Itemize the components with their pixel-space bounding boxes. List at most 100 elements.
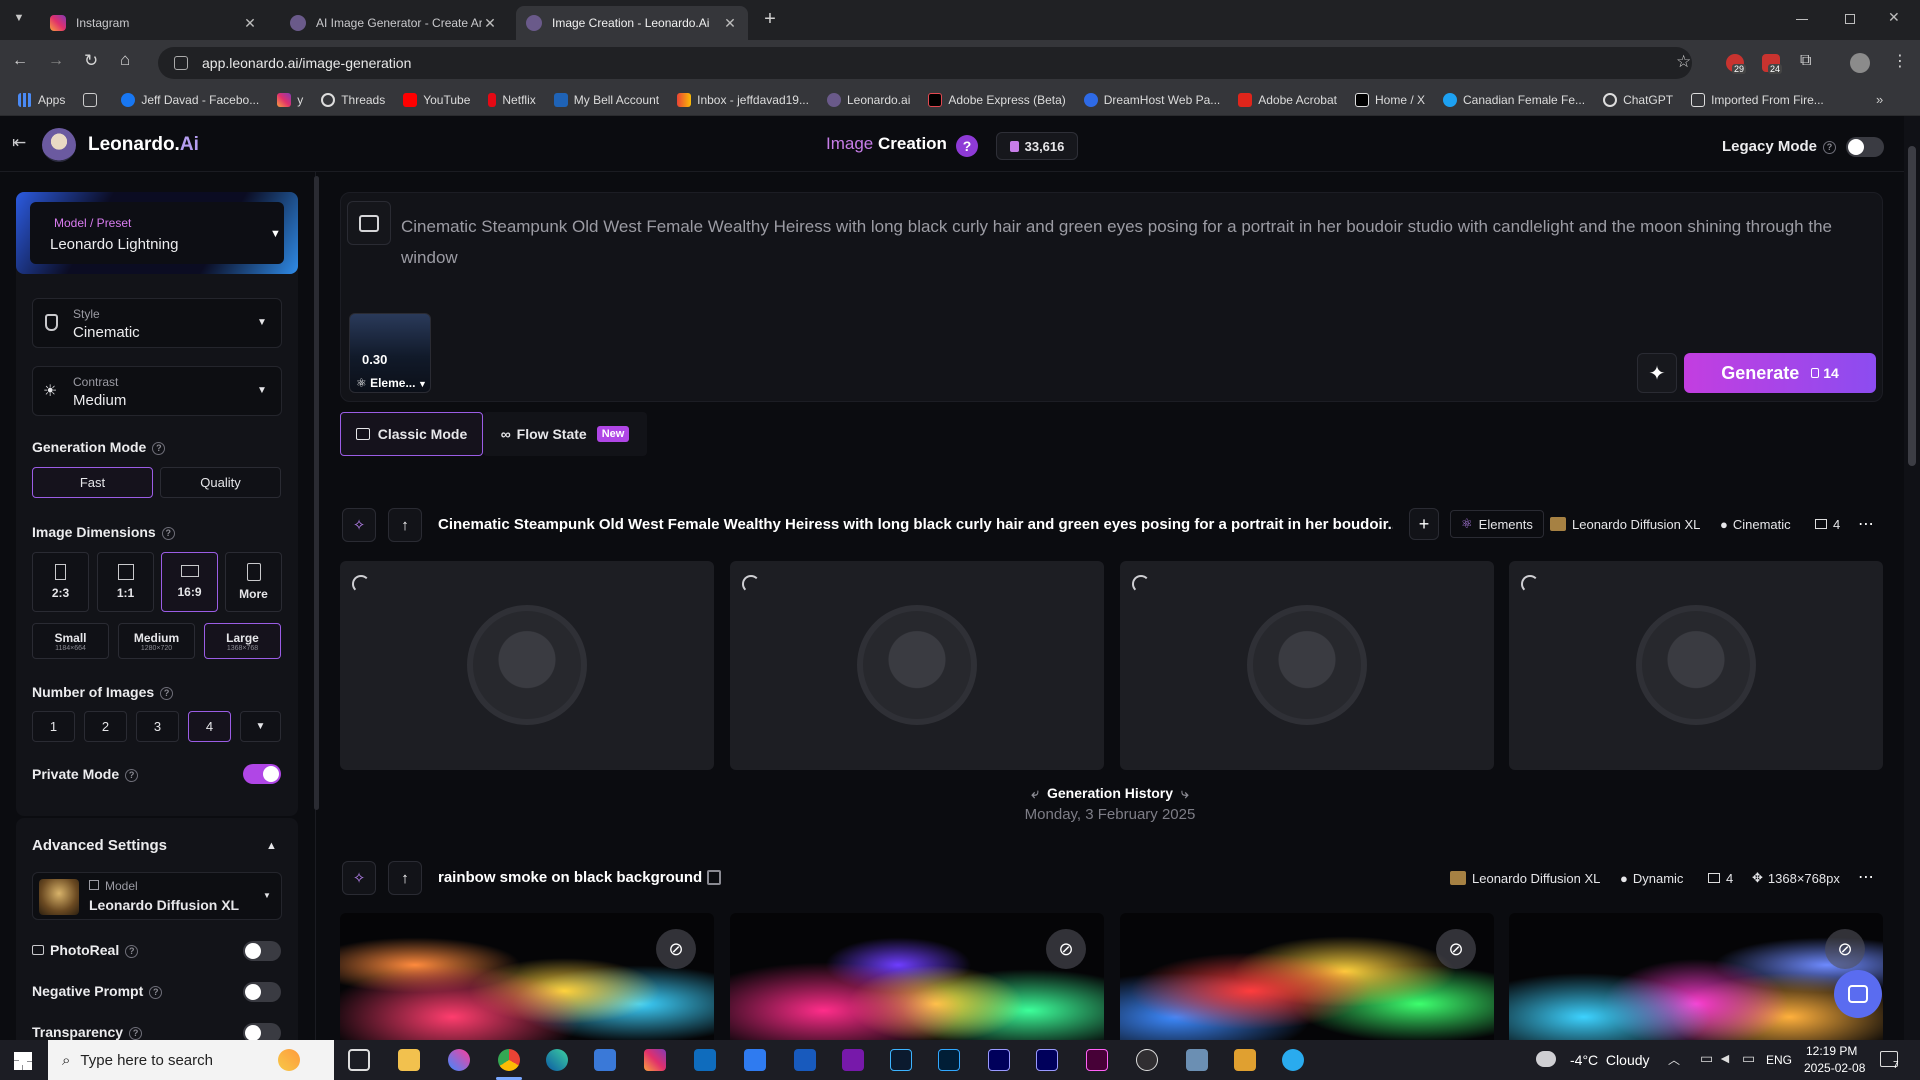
add-button[interactable]: + [1409, 508, 1439, 540]
remix-button[interactable]: ✧ [342, 861, 376, 895]
num-images-2-button[interactable]: 2 [84, 711, 127, 742]
bookmark-chatgpt[interactable]: ChatGPT [1603, 92, 1673, 107]
generated-image[interactable]: ⊘ [730, 913, 1104, 1043]
audition-icon[interactable] [1036, 1049, 1058, 1071]
windows-start-icon[interactable] [14, 1052, 32, 1070]
negative-prompt-toggle[interactable] [243, 982, 281, 1002]
address-bar[interactable]: app.leonardo.ai/image-generation [158, 47, 1692, 79]
bookmark-youtube[interactable]: YouTube [403, 92, 470, 107]
weather-text[interactable]: -4°C Cloudy [1570, 1052, 1650, 1068]
clock-date[interactable]: 2025-02-08 [1804, 1061, 1865, 1075]
instagram-app-icon[interactable] [644, 1049, 666, 1071]
word-icon[interactable] [794, 1049, 816, 1071]
close-tab-icon[interactable]: ✕ [242, 15, 258, 32]
photoshop-icon[interactable] [938, 1049, 960, 1071]
tab-list-chevron-icon[interactable]: ▼ [10, 12, 28, 28]
ratio-16-9-button[interactable]: 16:9 [161, 552, 218, 612]
legacy-mode-toggle[interactable] [1846, 137, 1884, 157]
style-selector[interactable]: Style Cinematic ▼ [32, 298, 282, 348]
generated-image[interactable]: ⊘ [1509, 913, 1883, 1043]
tray-chevron-up-icon[interactable]: ︿ [1668, 1051, 1680, 1068]
mode-quality-button[interactable]: Quality [160, 467, 281, 498]
edge-icon[interactable] [546, 1049, 568, 1071]
ratio-more-button[interactable]: More [225, 552, 282, 612]
num-images-3-button[interactable]: 3 [136, 711, 179, 742]
generated-image[interactable]: ⊘ [1120, 913, 1494, 1043]
loading-image-tile[interactable] [730, 561, 1104, 770]
bookmarks-overflow-icon[interactable]: » [1876, 92, 1883, 107]
reload-icon[interactable]: ↻ [84, 51, 98, 71]
clock-time[interactable]: 12:19 PM [1806, 1044, 1857, 1058]
bookmark-threads[interactable]: Threads [321, 92, 385, 107]
help-button[interactable]: ? [956, 135, 978, 157]
mode-fast-button[interactable]: Fast [32, 467, 153, 498]
generate-button[interactable]: Generate 14 [1684, 353, 1876, 393]
remix-button[interactable]: ✧ [342, 508, 376, 542]
bookmark-leonardo[interactable]: Leonardo.ai [826, 92, 910, 107]
bookmark-star-icon[interactable]: ☆ [1676, 52, 1691, 72]
bookmark-canadian-female[interactable]: Canadian Female Fe... [1443, 92, 1585, 107]
help-icon[interactable]: ? [125, 768, 139, 782]
chrome-icon[interactable] [498, 1049, 520, 1071]
bookmark-facebook[interactable]: Jeff Davad - Facebo... [121, 92, 259, 107]
bookmark-bell[interactable]: My Bell Account [553, 92, 659, 107]
copilot-icon[interactable] [448, 1049, 470, 1071]
tray-display-icon[interactable]: ▭ [1742, 1050, 1755, 1067]
leonardo-logo[interactable] [42, 128, 76, 162]
help-icon[interactable]: ? [152, 441, 166, 455]
lightroom-classic-icon[interactable] [890, 1049, 912, 1071]
bookmark-gmail[interactable]: Inbox - jeffdavad19... [677, 92, 809, 107]
photoreal-toggle[interactable] [243, 941, 281, 961]
hidden-eye-icon[interactable]: ⊘ [656, 929, 696, 969]
advanced-settings-title[interactable]: Advanced Settings [32, 837, 167, 854]
element-chip[interactable]: 0.30 ⚛ Eleme... ▼ [349, 313, 431, 393]
obs-icon[interactable] [1136, 1049, 1158, 1071]
back-icon[interactable]: ← [12, 52, 28, 70]
bookmark-netflix[interactable]: Netflix [488, 92, 536, 107]
tray-network-icon[interactable]: ▭ [1700, 1050, 1713, 1067]
num-images-more-button[interactable]: ▼ [240, 711, 281, 742]
browser-menu-icon[interactable]: ⋮ [1892, 51, 1908, 71]
restore-icon[interactable] [1845, 14, 1855, 24]
generated-image[interactable]: ⊘ [340, 913, 714, 1043]
telegram-icon[interactable] [1282, 1049, 1304, 1071]
bookmark-acrobat[interactable]: Adobe Acrobat [1238, 92, 1337, 107]
prompt-enhance-button[interactable]: ✦ [1637, 353, 1677, 393]
classic-mode-tab[interactable]: Classic Mode [340, 412, 483, 456]
loading-image-tile[interactable] [1509, 561, 1883, 770]
help-icon[interactable]: ? [129, 1026, 143, 1040]
loading-image-tile[interactable] [340, 561, 714, 770]
ratio-1-1-button[interactable]: 1:1 [97, 552, 154, 612]
close-window-icon[interactable]: ✕ [1888, 9, 1900, 26]
reuse-prompt-button[interactable]: ↑ [388, 508, 422, 542]
num-images-4-button[interactable]: 4 [188, 711, 231, 742]
bookmark-apps[interactable]: Apps [18, 92, 65, 107]
num-images-1-button[interactable]: 1 [32, 711, 75, 742]
prompt-textarea[interactable]: Cinematic Steampunk Old West Female Weal… [401, 211, 1851, 273]
home-icon[interactable]: ⌂ [120, 50, 130, 70]
onenote-icon[interactable] [842, 1049, 864, 1071]
hidden-eye-icon[interactable]: ⊘ [1046, 929, 1086, 969]
size-small-button[interactable]: Small 1184×664 [32, 623, 109, 659]
close-tab-icon[interactable]: ✕ [482, 15, 498, 32]
collapse-sidebar-icon[interactable]: ⇤ [12, 133, 26, 153]
support-chat-button[interactable] [1834, 970, 1882, 1018]
contrast-selector[interactable]: ☀ Contrast Medium ▼ [32, 366, 282, 416]
network-app-icon[interactable] [1186, 1049, 1208, 1071]
pencil-app-icon[interactable] [1234, 1049, 1256, 1071]
language-indicator[interactable]: ENG [1766, 1053, 1792, 1067]
forward-icon[interactable]: → [48, 52, 64, 70]
hidden-eye-icon[interactable]: ⊘ [1825, 929, 1865, 969]
help-icon[interactable]: ? [161, 526, 175, 540]
premiere-icon[interactable] [988, 1049, 1010, 1071]
preset-selector[interactable]: Model / Preset Leonardo Lightning ▼ [16, 192, 298, 274]
more-options-button[interactable]: ⋯ [1850, 508, 1882, 540]
image-prompt-button[interactable] [347, 201, 391, 245]
extensions-puzzle-icon[interactable]: ⧉ [1800, 52, 1811, 70]
size-medium-button[interactable]: Medium 1280×720 [118, 623, 195, 659]
private-mode-toggle[interactable] [243, 764, 281, 784]
help-icon[interactable]: ? [125, 944, 139, 958]
bookmark-adobe-express[interactable]: Adobe Express (Beta) [928, 92, 1066, 107]
ratio-2-3-button[interactable]: 2:3 [32, 552, 89, 612]
bookmark-grid[interactable] [83, 92, 103, 107]
